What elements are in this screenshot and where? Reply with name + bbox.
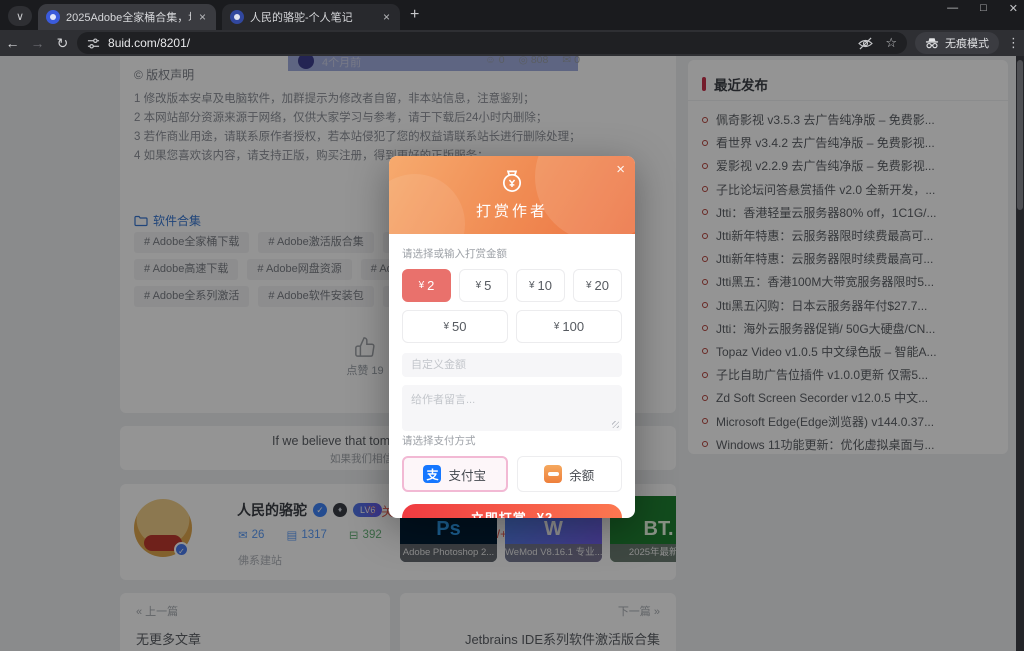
scrollbar-thumb[interactable] — [1017, 60, 1023, 210]
money-bag-icon — [498, 166, 526, 194]
incognito-badge: 无痕模式 — [915, 32, 999, 54]
submit-amount: ¥2 — [537, 510, 553, 518]
incognito-icon — [925, 37, 939, 49]
custom-amount-input[interactable]: 自定义金额 — [402, 353, 622, 377]
tab-title: 人民的骆驼-个人笔记 — [250, 9, 375, 25]
address-bar[interactable]: 8uid.com/8201/ ☆ — [77, 32, 907, 54]
payment-label: 余额 — [569, 465, 594, 484]
forward-button[interactable]: → — [25, 35, 50, 51]
browser-toolbar: ← → ↻ 8uid.com/8201/ ☆ — [0, 30, 1024, 56]
new-tab-button[interactable]: + — [410, 6, 419, 24]
tip-author-modal: × 打赏作者 请选择或输入打赏金额 ¥ 2 — [389, 156, 635, 518]
window-close-button[interactable]: ✕ — [1009, 2, 1018, 15]
browser-menu-icon[interactable]: ⋮ — [1007, 35, 1020, 51]
tab-favicon-icon — [46, 10, 60, 24]
currency-symbol: ¥ — [443, 321, 449, 332]
browser-chrome: ∨ 2025Adobe全家桶合集，均为 × 人民的骆驼-个人笔记 × + — □… — [0, 0, 1024, 56]
payment-section-label: 请选择支付方式 — [402, 433, 622, 448]
message-textarea[interactable]: 给作者留言... — [402, 385, 622, 431]
modal-title: 打赏作者 — [389, 200, 635, 221]
amount-options-wide: ¥ 50 ¥ 100 — [402, 310, 622, 343]
amount-option-button[interactable]: ¥ 10 — [516, 269, 565, 302]
browser-window: ∨ 2025Adobe全家桶合集，均为 × 人民的骆驼-个人笔记 × + — □… — [0, 0, 1024, 651]
site-settings-icon[interactable] — [87, 37, 100, 50]
amount-option-button[interactable]: ¥ 100 — [516, 310, 622, 343]
payment-label: 支付宝 — [448, 465, 486, 484]
submit-tip-button[interactable]: 立即打赏 ¥2 — [402, 504, 622, 518]
currency-symbol: ¥ — [529, 280, 535, 291]
modal-header: × 打赏作者 — [389, 156, 635, 234]
currency-symbol: ¥ — [586, 280, 592, 291]
amount-option-button[interactable]: ¥ 20 — [573, 269, 622, 302]
incognito-label: 无痕模式 — [945, 35, 989, 51]
amount-option-button[interactable]: ¥ 5 — [459, 269, 508, 302]
amount-options: ¥ 2 ¥ 5 ¥ 10 — [402, 269, 622, 302]
back-button[interactable]: ← — [0, 35, 25, 51]
currency-symbol: ¥ — [554, 321, 560, 332]
payment-option-alipay[interactable]: 支 支付宝 — [402, 456, 508, 492]
tab-close-icon[interactable]: × — [381, 10, 392, 24]
tab-search-button[interactable]: ∨ — [8, 6, 32, 26]
tab-favicon-icon — [230, 10, 244, 24]
amount-value: 10 — [538, 278, 552, 293]
currency-symbol: ¥ — [476, 280, 482, 291]
submit-label: 立即打赏 — [471, 508, 527, 518]
tab-strip: ∨ 2025Adobe全家桶合集，均为 × 人民的骆驼-个人笔记 × + — □… — [0, 0, 1024, 30]
page-viewport: 4个月前 ☺0◎808✉0 © 版权声明 1 修改版本安卓及电脑软件，加群提示为… — [0, 56, 1024, 651]
modal-close-icon[interactable]: × — [616, 161, 625, 178]
amount-value: 20 — [595, 278, 609, 293]
window-maximize-button[interactable]: □ — [980, 2, 987, 15]
amount-value: 100 — [562, 319, 584, 334]
payment-option-balance[interactable]: 余额 — [517, 456, 623, 492]
wallet-icon — [544, 465, 562, 483]
currency-symbol: ¥ — [419, 280, 425, 291]
browser-tab-active[interactable]: 2025Adobe全家桶合集，均为 × — [38, 4, 216, 30]
amount-section-label: 请选择或输入打赏金额 — [402, 246, 622, 261]
reload-button[interactable]: ↻ — [50, 35, 75, 52]
browser-tab-inactive[interactable]: 人民的骆驼-个人笔记 × — [222, 4, 400, 30]
amount-option-button[interactable]: ¥ 50 — [402, 310, 508, 343]
tab-title: 2025Adobe全家桶合集，均为 — [66, 9, 191, 25]
url-text[interactable]: 8uid.com/8201/ — [108, 36, 850, 50]
bookmark-star-icon[interactable]: ☆ — [885, 35, 897, 51]
tab-close-icon[interactable]: × — [197, 10, 208, 24]
amount-value: 5 — [484, 278, 491, 293]
amount-value: 50 — [452, 319, 466, 334]
eye-off-icon[interactable] — [858, 37, 873, 50]
chevron-down-icon: ∨ — [16, 10, 24, 23]
amount-value: 2 — [427, 278, 434, 293]
page-scrollbar[interactable] — [1016, 56, 1024, 651]
alipay-icon: 支 — [423, 465, 441, 483]
window-minimize-button[interactable]: — — [947, 2, 958, 15]
amount-option-button[interactable]: ¥ 2 — [402, 269, 451, 302]
